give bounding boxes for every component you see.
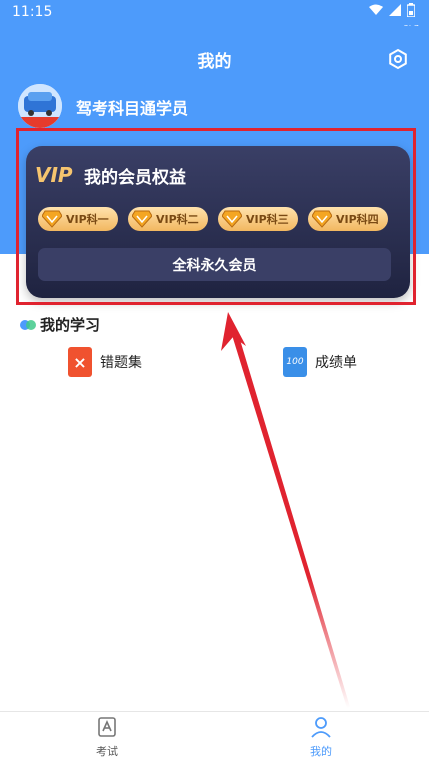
score-sheet-icon: 100 (283, 347, 307, 377)
section-title-label: 我的学习 (40, 316, 101, 334)
status-time: 11:15 (12, 4, 53, 20)
tab-exam[interactable]: 考试 (67, 716, 147, 759)
gear-icon[interactable] (387, 48, 409, 70)
exam-icon (98, 717, 116, 737)
signal-icon (389, 4, 401, 19)
status-bar: 11:15 a2h7 (0, 0, 429, 33)
wrong-questions-item[interactable]: × 错题集 (68, 347, 142, 377)
section-dot-icon (20, 319, 36, 330)
score-sheet-item[interactable]: 100 成绩单 (283, 347, 357, 377)
section-title-my-study: 我的学习 (20, 314, 100, 335)
score-sheet-label: 成绩单 (315, 355, 357, 371)
user-icon (311, 717, 331, 738)
wrong-questions-icon: × (68, 347, 92, 377)
wrong-questions-label: 错题集 (100, 355, 142, 371)
page-title: 我的 (197, 52, 232, 72)
annotation-highlight-box (16, 128, 416, 305)
username: 驾考科目通学员 (76, 99, 189, 118)
bottom-tab-bar: 考试 我的 (0, 711, 429, 764)
tab-mine-label: 我的 (310, 745, 332, 758)
avatar[interactable] (18, 84, 62, 128)
status-icons (369, 3, 416, 20)
tab-exam-label: 考试 (96, 745, 118, 758)
battery-icon (406, 3, 416, 20)
wifi-icon (369, 4, 383, 19)
tab-mine[interactable]: 我的 (281, 716, 361, 759)
